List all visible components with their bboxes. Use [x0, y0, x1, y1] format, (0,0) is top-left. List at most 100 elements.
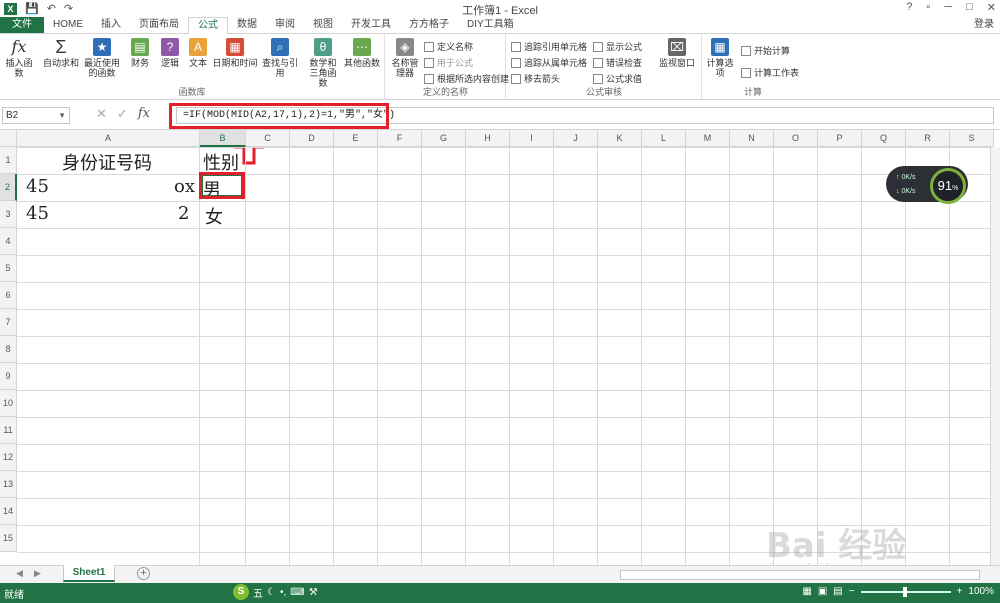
row-header-4[interactable]: 4: [0, 228, 17, 255]
column-header-m[interactable]: M: [686, 130, 730, 147]
column-header-l[interactable]: L: [642, 130, 686, 147]
column-header-a[interactable]: A: [17, 130, 200, 147]
row-header-10[interactable]: 10: [0, 390, 17, 417]
tab-formulas[interactable]: 公式: [188, 17, 228, 35]
tab-page-layout[interactable]: 页面布局: [130, 17, 188, 33]
tab-diy-toolbox[interactable]: DIY工具箱: [458, 17, 523, 33]
name-box[interactable]: B2 ▼: [2, 107, 70, 124]
use-in-formula-button[interactable]: 用于公式: [424, 56, 473, 69]
signin-link[interactable]: 登录: [974, 17, 1000, 33]
zoom-out-icon[interactable]: −: [849, 586, 855, 597]
insert-function-button[interactable]: fx 插入函数: [2, 38, 36, 79]
column-header-f[interactable]: F: [378, 130, 422, 147]
keyboard-icon[interactable]: ⌨: [290, 587, 304, 598]
fx-icon[interactable]: fx: [138, 106, 150, 122]
sheet-tab[interactable]: Sheet1: [63, 565, 115, 582]
remove-arrows-button[interactable]: 移去箭头: [511, 72, 560, 85]
row-header-15[interactable]: 15: [0, 525, 17, 552]
column-header-d[interactable]: D: [290, 130, 334, 147]
prev-sheet-icon[interactable]: ◀: [16, 568, 23, 579]
ime-toolbar[interactable]: S 五 ☾ •, ⌨ ⚒: [233, 584, 318, 600]
row-header-7[interactable]: 7: [0, 309, 17, 336]
name-manager-button[interactable]: ◈ 名称管理器: [388, 38, 422, 78]
tab-view[interactable]: 视图: [304, 17, 342, 33]
horizontal-scrollbar[interactable]: [620, 570, 980, 580]
row-header-12[interactable]: 12: [0, 444, 17, 471]
cell-A2-end[interactable]: ox: [174, 176, 195, 197]
cell-A3-start[interactable]: 45: [26, 203, 49, 224]
show-formulas-button[interactable]: 显示公式: [593, 40, 642, 53]
wrench-icon[interactable]: ⚒: [309, 587, 318, 598]
page-layout-icon[interactable]: ▣: [818, 586, 827, 597]
text-button[interactable]: A 文本: [184, 38, 212, 68]
math-trig-button[interactable]: θ 数学和三角函数: [306, 38, 340, 88]
enter-icon[interactable]: ✓: [117, 106, 128, 122]
lookup-button[interactable]: ⌕ 查找与引用: [258, 38, 302, 78]
cell-A1[interactable]: 身份证号码: [62, 149, 152, 175]
maximize-icon[interactable]: □: [966, 1, 973, 14]
zoom-in-icon[interactable]: +: [957, 586, 963, 597]
worksheet-grid[interactable]: ABCDEFGHIJKLMNOPQRS 1 2 3 4 5 6 7 8 9 10 11 12 13 14 1…: [0, 130, 1000, 565]
select-all-corner[interactable]: [0, 130, 17, 147]
column-header-b[interactable]: B: [200, 130, 246, 147]
watch-window-button[interactable]: ⌧ 监视窗口: [657, 38, 697, 68]
row-header-13[interactable]: 13: [0, 471, 17, 498]
column-header-s[interactable]: S: [950, 130, 994, 147]
column-header-e[interactable]: E: [334, 130, 378, 147]
trace-precedents-button[interactable]: 追踪引用单元格: [511, 40, 587, 53]
column-header-g[interactable]: G: [422, 130, 466, 147]
row-header-5[interactable]: 5: [0, 255, 17, 282]
row-header-9[interactable]: 9: [0, 363, 17, 390]
row-header-3[interactable]: 3: [0, 201, 17, 228]
zoom-level[interactable]: 100%: [968, 586, 994, 597]
help-icon[interactable]: ?: [906, 1, 912, 14]
close-icon[interactable]: ✕: [987, 1, 996, 14]
tab-insert[interactable]: 插入: [92, 17, 130, 33]
punctuation-icon[interactable]: •,: [280, 587, 286, 598]
vertical-scrollbar[interactable]: [990, 147, 1000, 565]
define-name-button[interactable]: 定义名称: [424, 40, 473, 53]
column-header-h[interactable]: H: [466, 130, 510, 147]
tab-fangfang[interactable]: 方方格子: [400, 17, 458, 33]
tab-data[interactable]: 数据: [228, 17, 266, 33]
trace-dependents-button[interactable]: 追踪从属单元格: [511, 56, 587, 69]
column-header-o[interactable]: O: [774, 130, 818, 147]
moon-icon[interactable]: ☾: [267, 587, 276, 598]
row-header-1[interactable]: 1: [0, 147, 17, 174]
calc-sheet-button[interactable]: 计算工作表: [741, 66, 799, 79]
more-functions-button[interactable]: ⋯ 其他函数: [344, 38, 380, 68]
ime-mode[interactable]: 五: [253, 585, 263, 600]
cell-A3-end[interactable]: 2: [178, 203, 189, 224]
tab-home[interactable]: HOME: [44, 17, 92, 33]
autosum-button[interactable]: Σ 自动求和: [42, 38, 80, 68]
column-header-n[interactable]: N: [730, 130, 774, 147]
tab-developer[interactable]: 开发工具: [342, 17, 400, 33]
add-sheet-button[interactable]: +: [137, 567, 150, 580]
logical-button[interactable]: ? 逻辑: [156, 38, 184, 68]
row-header-6[interactable]: 6: [0, 282, 17, 309]
column-header-j[interactable]: J: [554, 130, 598, 147]
recent-functions-button[interactable]: ★ 最近使用的函数: [80, 38, 124, 78]
cell-B3[interactable]: 女: [205, 203, 223, 229]
chevron-down-icon[interactable]: ▼: [58, 108, 66, 123]
evaluate-formula-button[interactable]: 公式求值: [593, 72, 642, 85]
ribbon-display-icon[interactable]: ▫: [926, 1, 930, 14]
row-header-8[interactable]: 8: [0, 336, 17, 363]
calc-now-button[interactable]: 开始计算: [741, 44, 790, 57]
row-header-2[interactable]: 2: [0, 174, 17, 201]
normal-view-icon[interactable]: ▦: [802, 586, 811, 597]
financial-button[interactable]: ▤ 财务: [126, 38, 154, 68]
datetime-button[interactable]: ▦ 日期和时间: [212, 38, 258, 68]
row-header-11[interactable]: 11: [0, 417, 17, 444]
row-header-14[interactable]: 14: [0, 498, 17, 525]
next-sheet-icon[interactable]: ▶: [34, 568, 41, 579]
page-break-icon[interactable]: ▤: [833, 586, 842, 597]
cell-A2-start[interactable]: 45: [26, 176, 49, 197]
cancel-icon[interactable]: ✕: [96, 106, 107, 122]
tab-review[interactable]: 审阅: [266, 17, 304, 33]
zoom-slider[interactable]: [860, 586, 951, 597]
column-header-q[interactable]: Q: [862, 130, 906, 147]
column-header-c[interactable]: C: [246, 130, 290, 147]
column-header-k[interactable]: K: [598, 130, 642, 147]
column-header-p[interactable]: P: [818, 130, 862, 147]
